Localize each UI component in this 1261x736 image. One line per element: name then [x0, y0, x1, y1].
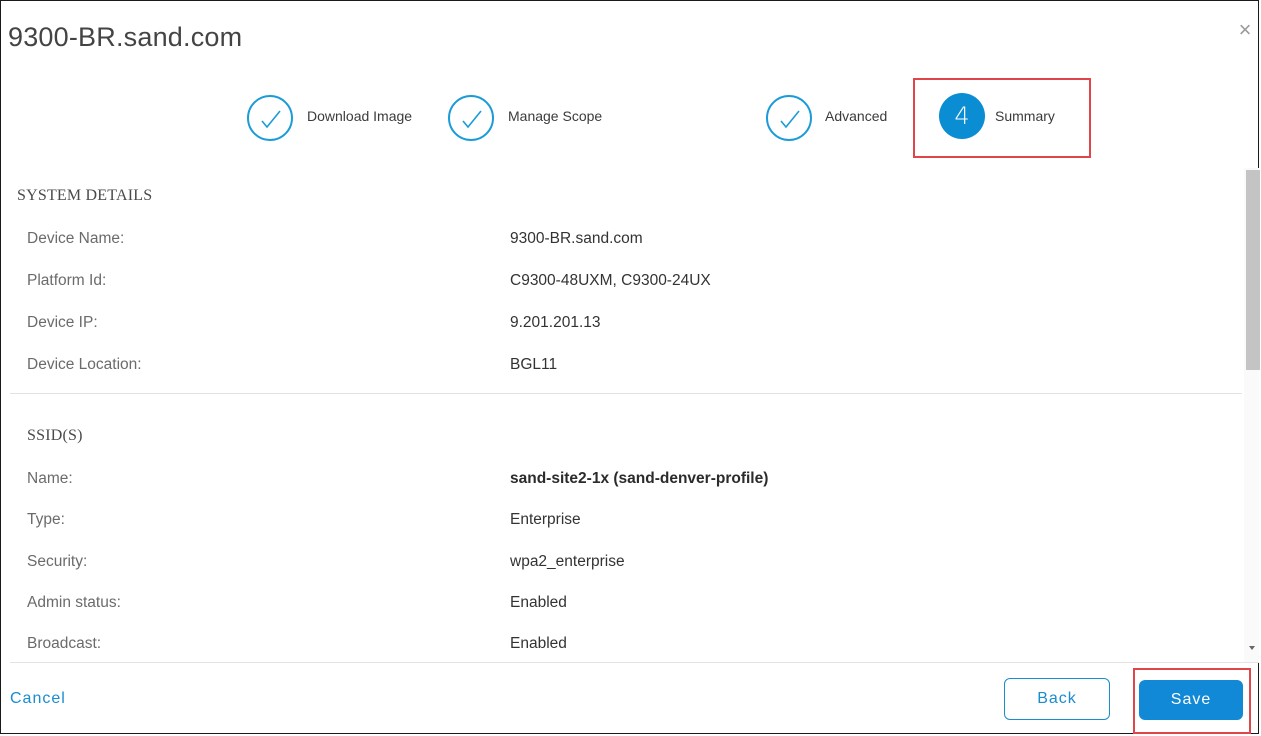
- platform-id-label: Platform Id:: [27, 272, 107, 289]
- step-download-image-check-icon[interactable]: [247, 95, 293, 141]
- step-advanced-label[interactable]: Advanced: [825, 108, 887, 124]
- save-highlight-box: [1133, 668, 1251, 734]
- platform-id-value: C9300-48UXM, C9300-24UX: [510, 272, 711, 289]
- ssid-type-label: Type:: [27, 511, 65, 528]
- back-button[interactable]: Back: [1004, 678, 1110, 720]
- close-icon[interactable]: ×: [1235, 19, 1255, 41]
- ssid-broadcast-label: Broadcast:: [27, 635, 102, 652]
- ssid-security-value: wpa2_enterprise: [510, 553, 625, 570]
- device-location-value: BGL11: [510, 356, 558, 373]
- step-advanced-check-icon[interactable]: [766, 95, 812, 141]
- ssid-name-value: sand-site2-1x (sand-denver-profile): [510, 470, 769, 487]
- cancel-link[interactable]: Cancel: [10, 690, 66, 708]
- step-manage-scope-check-icon[interactable]: [448, 95, 494, 141]
- scroll-down-arrow-icon[interactable]: [1249, 646, 1255, 650]
- device-name-label: Device Name:: [27, 230, 125, 247]
- step-download-image-label[interactable]: Download Image: [307, 108, 412, 124]
- device-location-label: Device Location:: [27, 356, 142, 373]
- device-ip-label: Device IP:: [27, 314, 98, 331]
- device-name-value: 9300-BR.sand.com: [510, 230, 643, 247]
- ssid-name-label: Name:: [27, 470, 73, 487]
- ssid-security-label: Security:: [27, 553, 88, 570]
- ssid-admin-status-label: Admin status:: [27, 594, 121, 611]
- step-manage-scope-label[interactable]: Manage Scope: [508, 108, 602, 124]
- system-details-heading: SYSTEM DETAILS: [17, 187, 153, 204]
- footer-divider: [10, 662, 1259, 663]
- scrollbar-thumb[interactable]: [1246, 170, 1260, 370]
- ssid-admin-status-value: Enabled: [510, 594, 567, 611]
- summary-highlight-box: [913, 78, 1091, 158]
- device-ip-value: 9.201.201.13: [510, 314, 601, 331]
- ssid-broadcast-value: Enabled: [510, 635, 567, 652]
- content-scrollbar[interactable]: [1244, 168, 1260, 662]
- dialog-title: 9300-BR.sand.com: [8, 22, 243, 52]
- ssids-heading: SSID(S): [27, 427, 83, 444]
- ssid-type-value: Enterprise: [510, 511, 581, 528]
- section-divider: [10, 393, 1242, 394]
